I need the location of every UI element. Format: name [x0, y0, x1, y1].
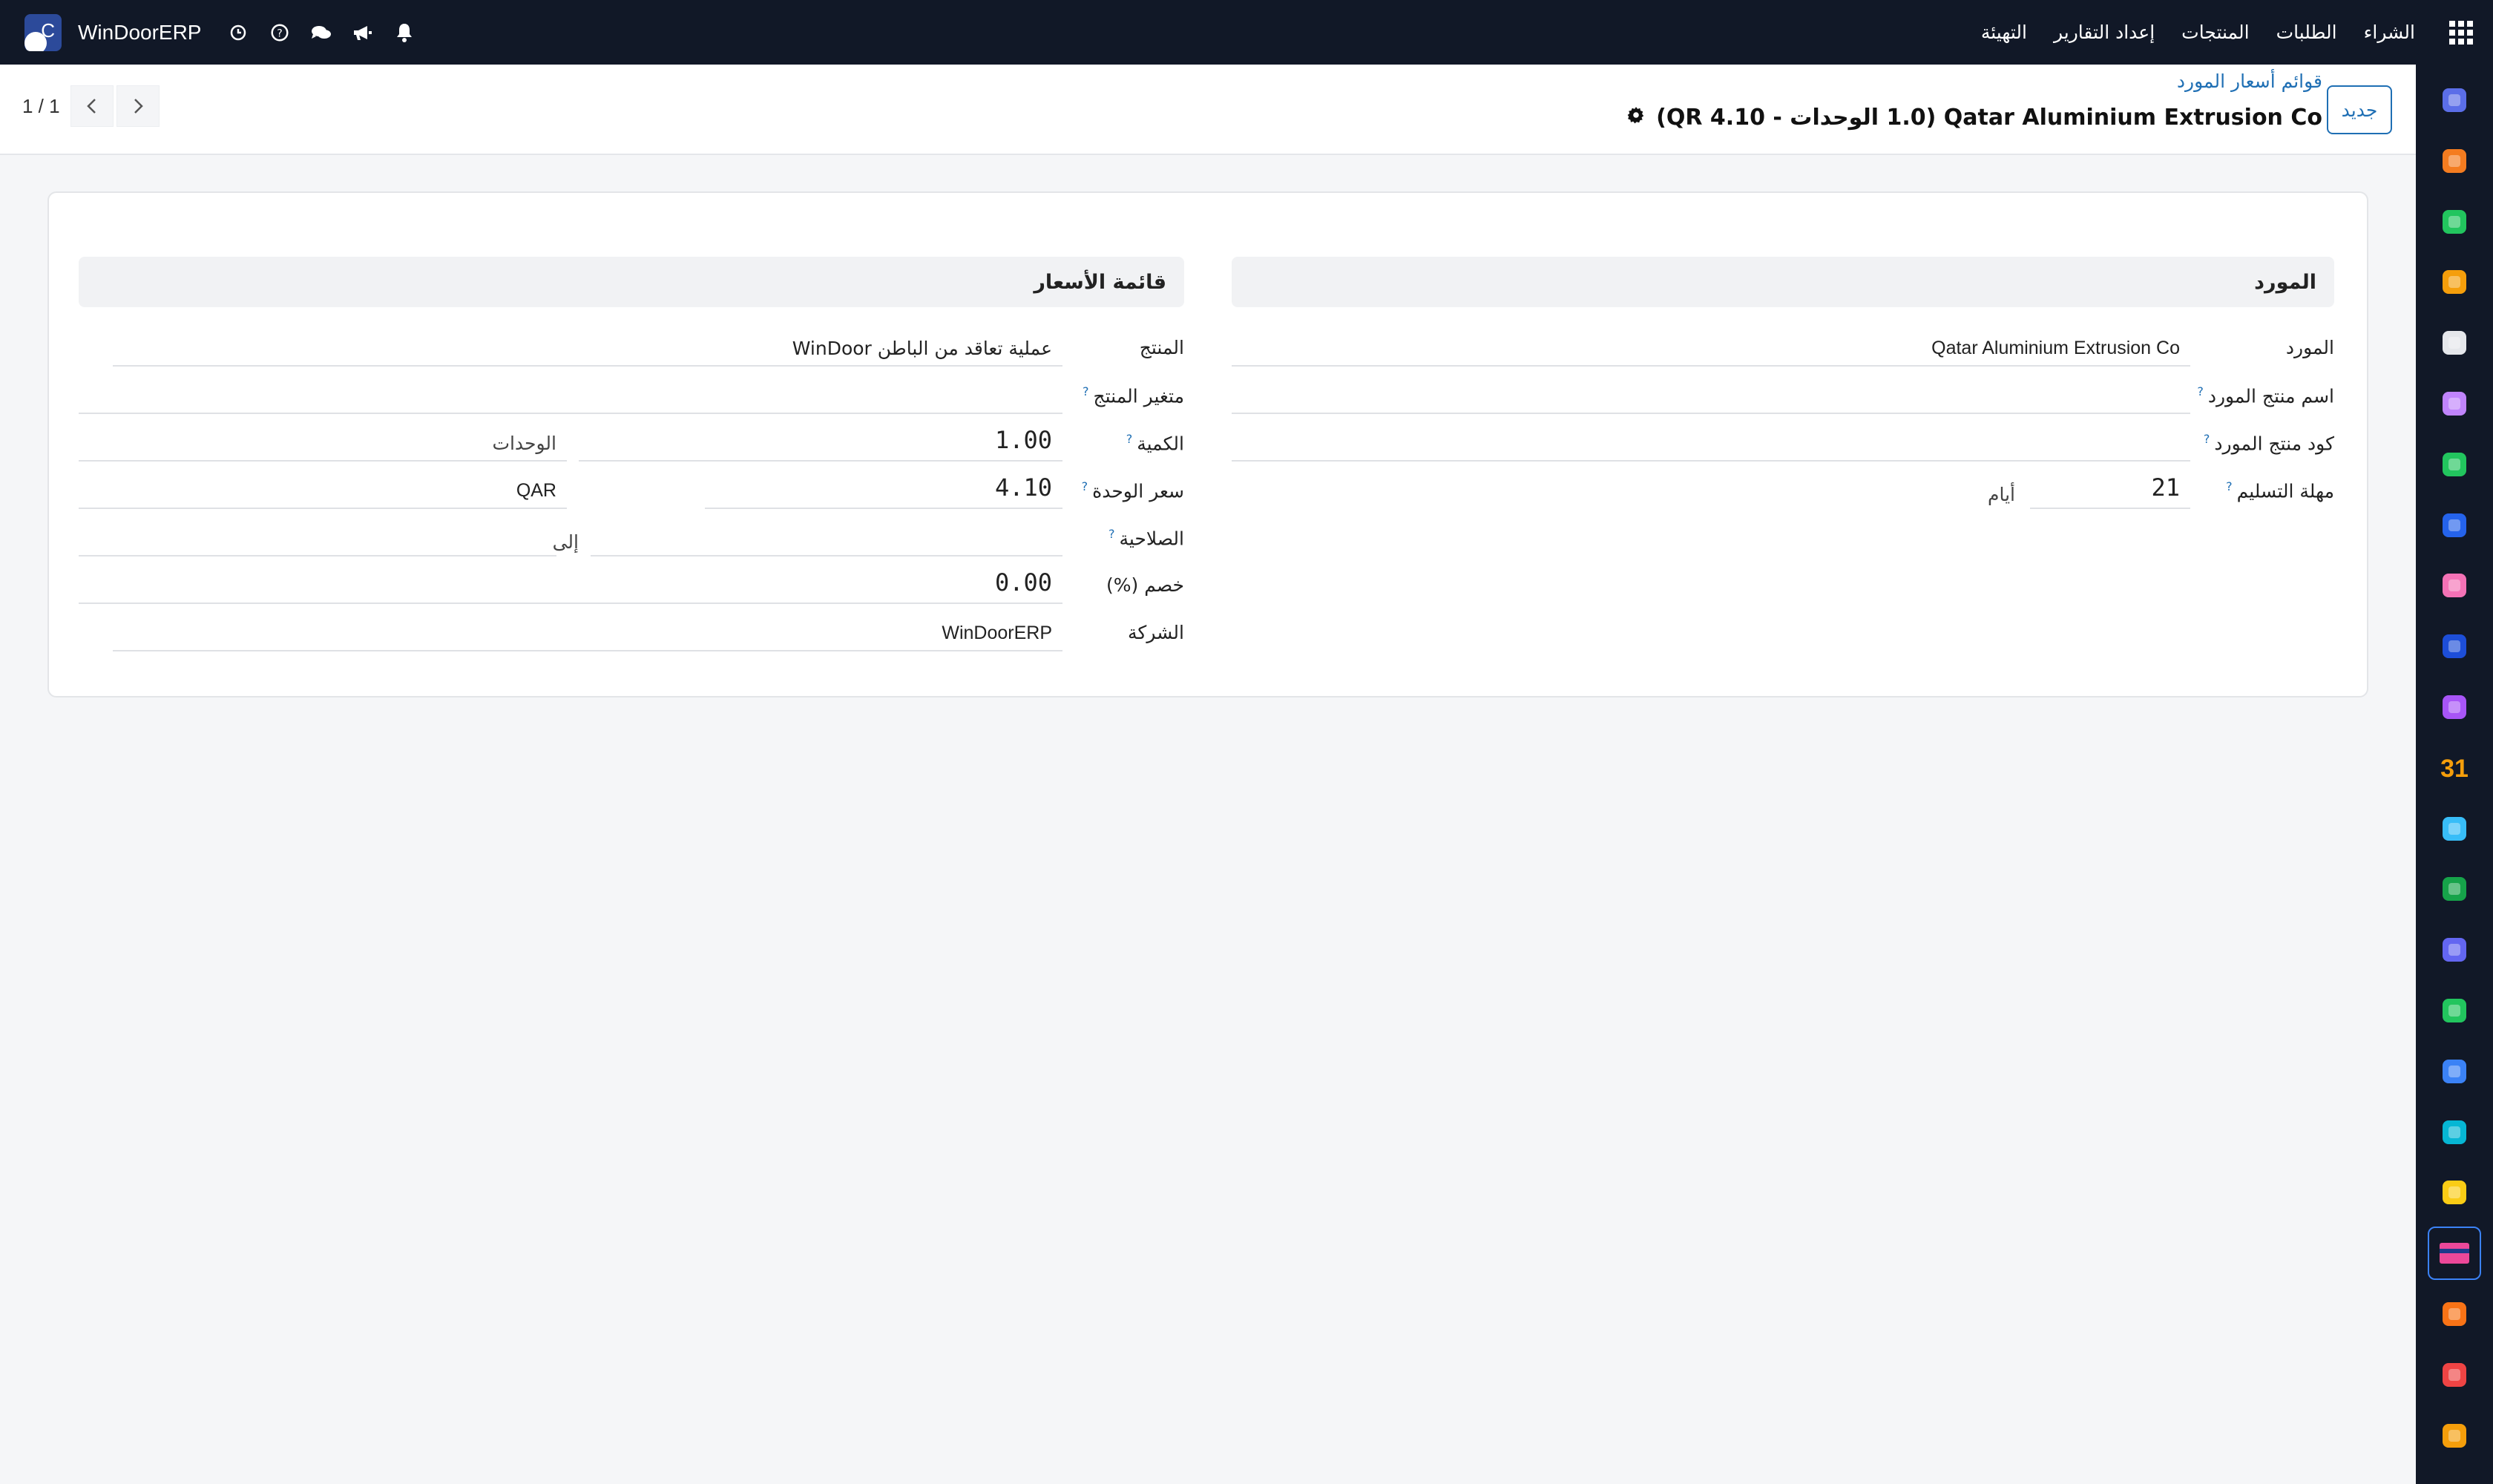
hexagon-icon[interactable] [2434, 1415, 2475, 1457]
gmail-icon[interactable] [2434, 79, 2475, 121]
gear-icon[interactable] [1626, 105, 1646, 131]
package-icon[interactable] [2434, 1293, 2475, 1335]
unit-price-label: سعر الوحدة? [1081, 479, 1184, 502]
help-icon[interactable]: ? [259, 12, 300, 53]
pen-icon[interactable] [2434, 808, 2475, 850]
discount-field[interactable]: 0.00 [79, 568, 1062, 604]
cube-icon[interactable] [2434, 322, 2475, 364]
currency-field[interactable]: QAR [79, 473, 567, 509]
product-variant-field[interactable] [79, 378, 1062, 414]
help-icon: ? [1081, 479, 1088, 493]
team-icon[interactable] [2434, 686, 2475, 728]
chat-bubble-icon[interactable] [2434, 140, 2475, 182]
pager-previous-button[interactable] [70, 85, 114, 127]
pricelist-group-header: قائمة الأسعار [79, 257, 1184, 307]
photo-icon[interactable] [2434, 383, 2475, 424]
vendor-group-header: المورد [1232, 257, 2334, 307]
vendor-product-code-field[interactable] [1232, 426, 2190, 462]
help-icon: ? [2226, 479, 2233, 493]
lead-time-unit: أيام [1988, 484, 2015, 505]
calendar-31-icon[interactable]: 31 [2434, 747, 2475, 789]
pie-chart-icon[interactable] [2434, 1354, 2475, 1396]
discount-label: خصم (%) [1106, 574, 1184, 596]
product-field[interactable]: عملية تعاقد من الباطن WinDoor [113, 331, 1062, 367]
validity-end-field[interactable] [79, 521, 556, 556]
dollar-doc-icon[interactable] [2434, 626, 2475, 667]
menu-configuration[interactable]: التهيئة [1968, 22, 2040, 43]
top-navbar: الشراء الطلبات المنتجات إعداد التقارير ا… [0, 0, 2493, 65]
bell-icon[interactable] [384, 12, 425, 53]
lead-time-label: مهلة التسليم? [2226, 479, 2334, 502]
quantity-uom-field[interactable]: الوحدات [79, 426, 567, 462]
company-label: الشركة [1128, 622, 1184, 643]
quantity-label: الكمية? [1126, 432, 1184, 455]
help-icon: ? [2203, 432, 2210, 446]
main-menu: الشراء الطلبات المنتجات إعداد التقارير ا… [1968, 0, 2428, 65]
apps-menu-icon[interactable] [2428, 0, 2493, 65]
product-variant-label: متغير المنتج? [1082, 384, 1184, 407]
svg-text:?: ? [277, 27, 283, 39]
check-icon[interactable] [2434, 444, 2475, 485]
page-title: Qatar Aluminium Extrusion Co (1.0 الوحدا… [1626, 105, 2322, 131]
quantity-field[interactable]: 1.00 [579, 426, 1062, 462]
validity-start-field[interactable] [591, 521, 1062, 556]
dashboard-icon[interactable] [2434, 929, 2475, 971]
new-button[interactable]: جديد [2327, 85, 2392, 134]
book-icon[interactable] [2434, 505, 2475, 546]
help-icon: ? [2197, 384, 2204, 398]
clock-icon[interactable] [217, 12, 259, 53]
vendor-product-name-label: اسم منتج المورد? [2197, 384, 2334, 407]
send-icon[interactable] [2434, 1172, 2475, 1213]
compass-icon[interactable] [2434, 1051, 2475, 1092]
breadcrumb[interactable]: قوائم أسعار المورد [2177, 70, 2322, 92]
discuss-icon[interactable] [2434, 201, 2475, 243]
company-field[interactable]: WinDoorERP [113, 616, 1062, 651]
app-switcher-sidebar: 31 [2416, 65, 2493, 1484]
box-icon[interactable] [2434, 565, 2475, 606]
record-title-text: Qatar Aluminium Extrusion Co (1.0 الوحدا… [1656, 105, 2322, 131]
svg-text:31: 31 [2440, 755, 2469, 783]
whatsapp-icon[interactable] [2434, 990, 2475, 1031]
validity-label: الصلاحية? [1108, 527, 1184, 550]
wave-icon[interactable] [2434, 1112, 2475, 1153]
help-icon: ? [1126, 432, 1133, 446]
credit-card-icon[interactable] [2428, 1227, 2481, 1281]
product-label: المنتج [1139, 337, 1184, 358]
pager-next-button[interactable] [116, 85, 160, 127]
help-icon: ? [1108, 527, 1115, 541]
megaphone-icon[interactable] [342, 12, 384, 53]
menu-products[interactable]: المنتجات [2168, 22, 2262, 43]
vendor-field[interactable]: Qatar Aluminium Extrusion Co [1232, 331, 2190, 367]
help-icon: ? [1082, 384, 1089, 398]
form-sheet: المورد المورد Qatar Aluminium Extrusion … [47, 191, 2368, 697]
control-panel: جديد قوائم أسعار المورد Qatar Aluminium … [0, 65, 2416, 155]
avatar[interactable]: C [24, 13, 62, 51]
pager-value[interactable]: 1 / 1 [22, 95, 60, 118]
menu-reporting[interactable]: إعداد التقارير [2040, 22, 2168, 43]
bar-chart-icon[interactable] [2434, 261, 2475, 303]
menu-purchase[interactable]: الشراء [2351, 22, 2428, 43]
vendor-product-code-label: كود منتج المورد? [2203, 432, 2334, 455]
chevron-right-icon [134, 99, 143, 114]
contact-card-icon[interactable] [2434, 868, 2475, 910]
vendor-product-name-field[interactable] [1232, 378, 2190, 414]
unit-price-field[interactable]: 4.10 [705, 473, 1062, 509]
lead-time-field[interactable]: 21 [2030, 473, 2190, 509]
vendor-label: المورد [2285, 337, 2334, 358]
menu-orders[interactable]: الطلبات [2263, 22, 2351, 43]
pager: 1 / 1 [22, 85, 160, 127]
chat-icon[interactable] [300, 12, 342, 53]
chevron-left-icon [86, 99, 96, 114]
company-name[interactable]: WinDoorERP [78, 21, 201, 45]
